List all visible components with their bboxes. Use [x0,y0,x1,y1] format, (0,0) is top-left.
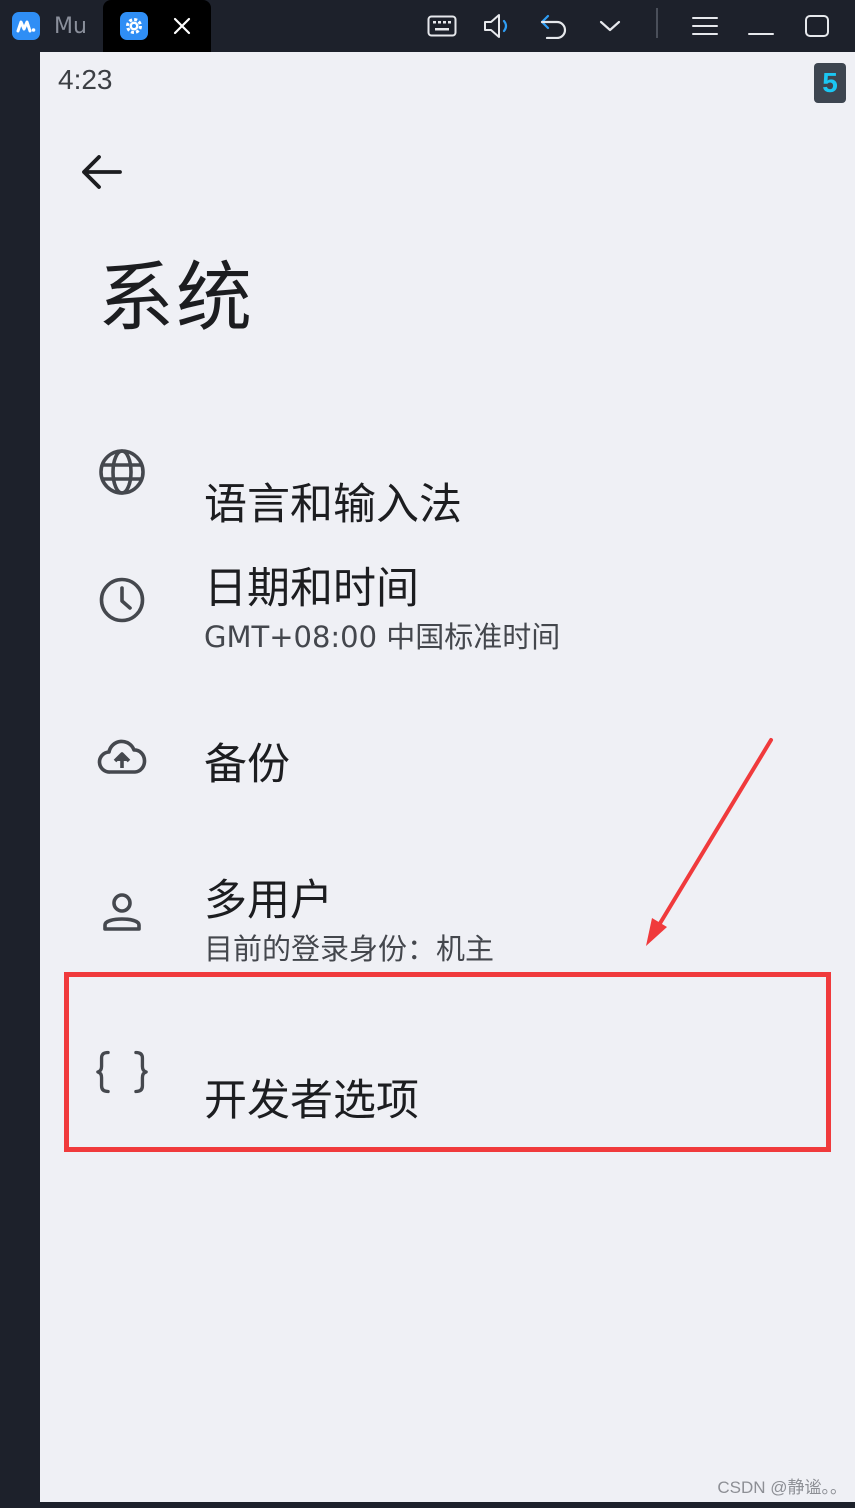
settings-item-subtitle: GMT+08:00 中国标准时间 [204,620,561,654]
settings-item-backup[interactable]: 备份 [40,704,855,834]
settings-item-title: 语言和输入法 [204,480,462,530]
menu-icon[interactable] [687,8,723,44]
emulator-bottom-frame [0,1502,855,1508]
volume-icon[interactable] [480,8,516,44]
keyboard-icon[interactable] [424,8,460,44]
status-badge: 5 [814,63,846,103]
settings-item-multi-user[interactable]: 多用户 目前的登录身份：机主 [40,834,855,984]
settings-gear-icon [120,12,148,40]
settings-item-title: 开发者选项 [204,1076,419,1126]
cloud-upload-icon [96,732,148,784]
android-screen: 4:23 5 系统 语言和输入法 日期和时间 GMT+08:00 中国标准时间 … [40,52,855,1502]
toolbar-divider [656,8,658,38]
settings-item-developer-options[interactable]: 开发者选项 [40,984,855,1154]
tab-close-icon[interactable] [170,14,194,38]
minimize-icon[interactable] [743,8,779,44]
person-icon [96,886,148,938]
mumu-logo-icon [12,12,40,40]
tab-settings[interactable] [103,0,211,52]
settings-item-title: 日期和时间 [204,564,419,614]
status-time: 4:23 [58,64,113,95]
globe-icon [96,446,148,498]
tab-mumu-label: Mu [54,13,87,39]
tab-mumu[interactable]: Mu [0,0,103,52]
settings-item-language[interactable]: 语言和输入法 [40,408,855,538]
settings-item-date-time[interactable]: 日期和时间 GMT+08:00 中国标准时间 [40,538,855,704]
maximize-icon[interactable] [799,8,835,44]
braces-icon [96,1046,148,1098]
arrow-back-icon[interactable] [78,148,126,196]
emulator-titlebar: Mu [0,0,855,52]
settings-item-title: 备份 [204,740,290,790]
undo-icon[interactable] [536,8,572,44]
clock-icon [96,574,148,626]
settings-item-subtitle: 目前的登录身份：机主 [204,932,495,966]
settings-item-title: 多用户 [204,876,333,926]
page-title: 系统 [98,253,254,342]
watermark: CSDN @静谧。。 [717,1478,847,1497]
emulator-left-frame [0,52,40,1508]
chevron-down-icon[interactable] [592,8,628,44]
